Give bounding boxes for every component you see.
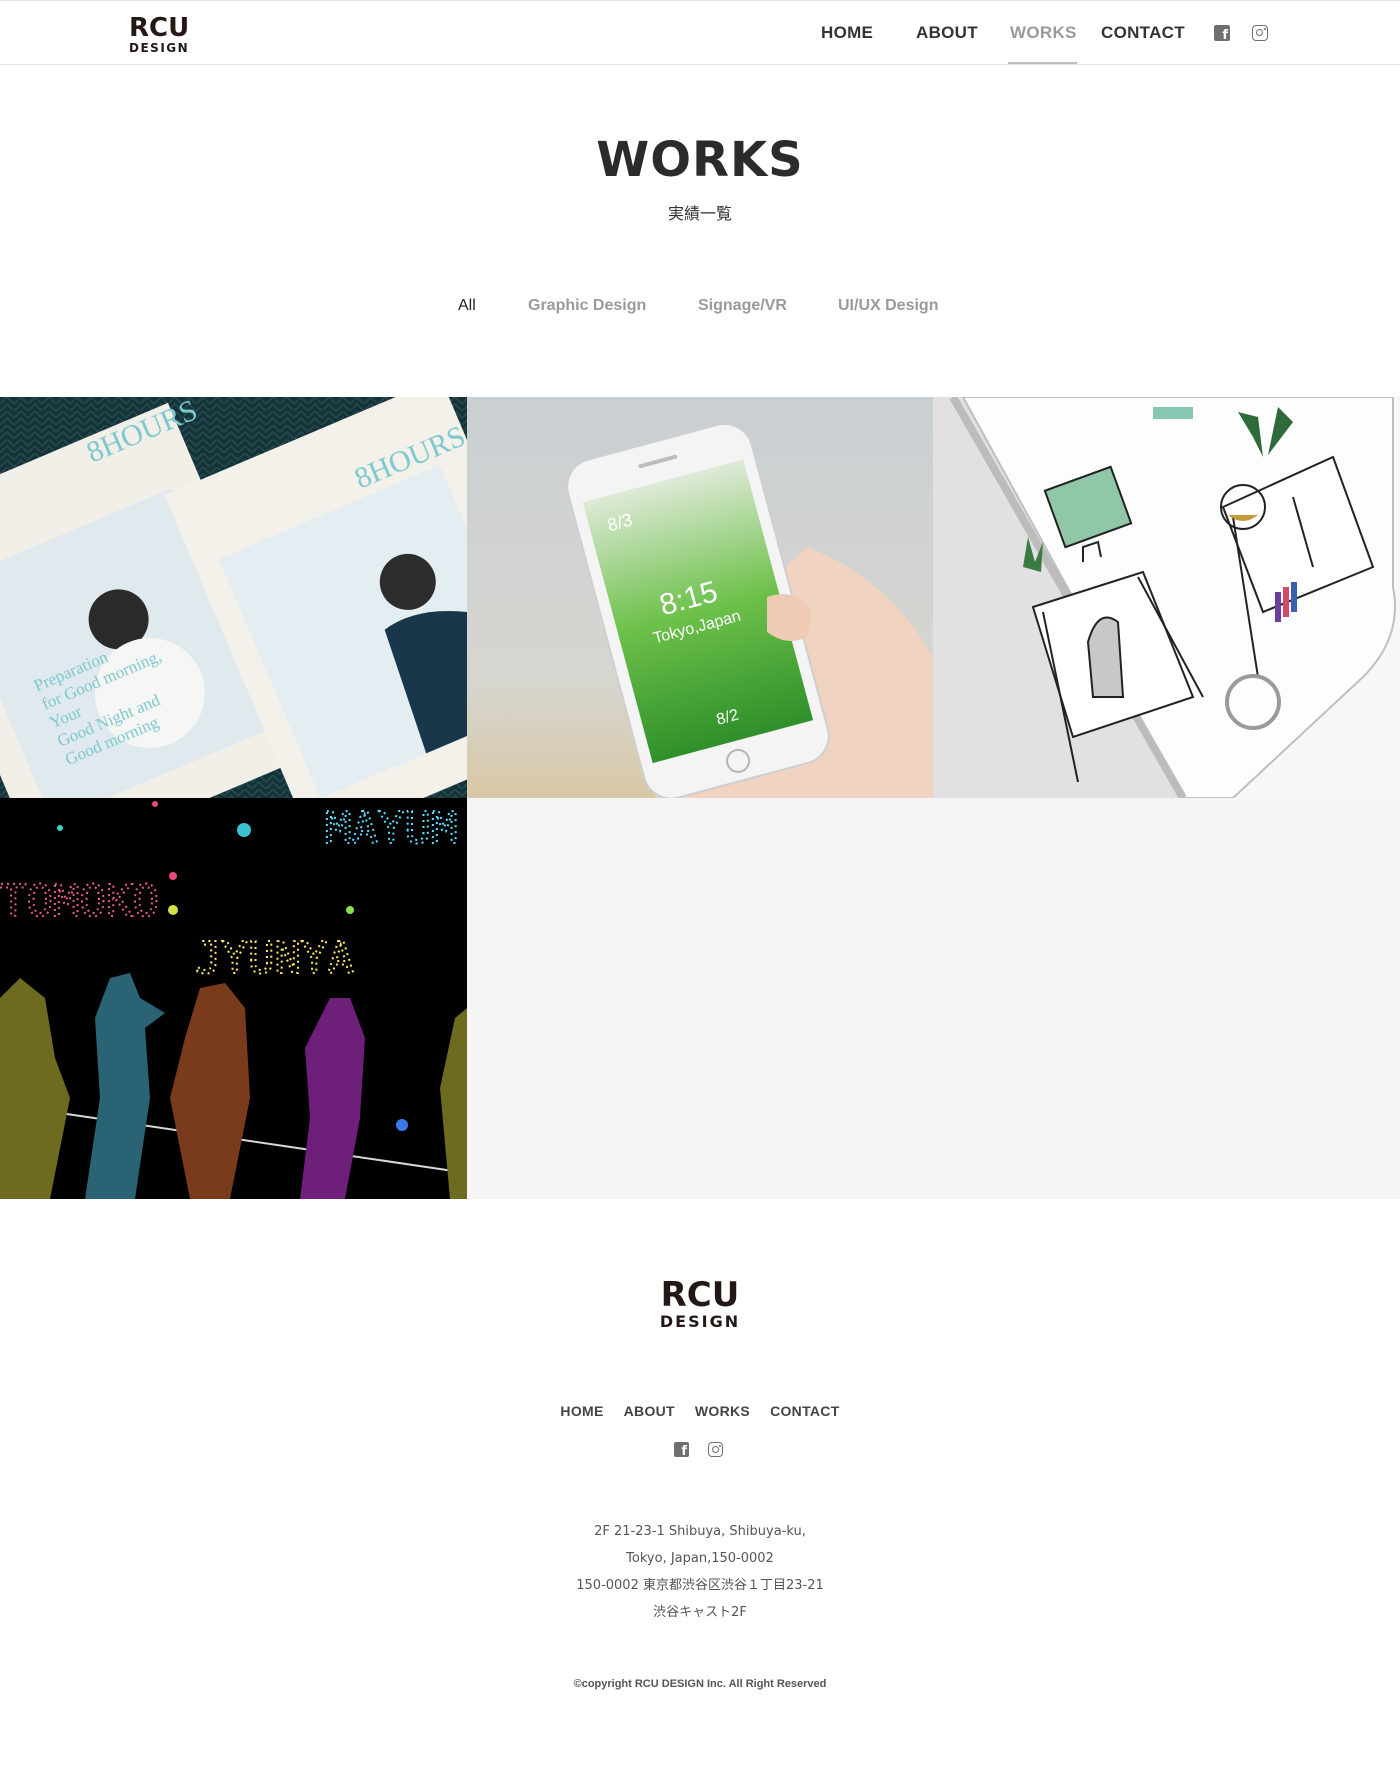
filter-uiux-design[interactable]: UI/UX Design	[838, 297, 938, 315]
filter-graphic-design[interactable]: Graphic Design	[528, 297, 646, 315]
signage-name-jyunya: JYUNYA	[195, 933, 354, 984]
address-line-3: 150-0002 東京都渋谷区渋谷１丁目23-21	[576, 1578, 824, 1593]
footer-logo[interactable]: RCU DESIGN	[0, 1278, 1400, 1330]
header-social	[1214, 25, 1268, 43]
address-line-4: 渋谷キャスト2F	[653, 1605, 747, 1620]
work-tile-phone-app[interactable]: 8/3 8:15 Tokyo,Japan 8/2	[467, 397, 933, 798]
company-address: 2F 21-23-1 Shibuya, Shibuya-ku, Tokyo, J…	[0, 1518, 1400, 1626]
nav-contact[interactable]: CONTACT	[1101, 23, 1185, 43]
footer-nav-works[interactable]: WORKS	[695, 1403, 750, 1419]
signage-name-mayum: MAYUM	[325, 803, 457, 854]
work-tile-room-illustration[interactable]	[933, 397, 1400, 798]
logo-line2: DESIGN	[129, 41, 190, 55]
footer-nav-contact[interactable]: CONTACT	[770, 1403, 840, 1419]
footer-nav-home[interactable]: HOME	[560, 1403, 603, 1419]
page-title: WORKS	[596, 132, 804, 188]
facebook-icon[interactable]	[674, 1442, 689, 1459]
instagram-icon[interactable]	[1252, 25, 1268, 41]
site-header: RCU DESIGN HOME ABOUT WORKS CONTACT	[0, 0, 1400, 65]
filter-all[interactable]: All	[458, 297, 476, 315]
nav-about[interactable]: ABOUT	[916, 23, 978, 43]
work-tile-8hours[interactable]: 8HOURS 8HOURS Preparation for Good morni…	[0, 397, 467, 798]
active-nav-underline	[1008, 62, 1077, 64]
footer-logo-line2: DESIGN	[659, 1312, 741, 1331]
signage-name-tomoko: TOMOKO	[0, 876, 159, 927]
footer-nav-about[interactable]: ABOUT	[624, 1403, 675, 1419]
site-logo[interactable]: RCU DESIGN	[129, 15, 189, 54]
address-line-2: Tokyo, Japan,150-0002	[626, 1551, 774, 1566]
work-tile-signage[interactable]: TOMOKO JYUNYA MAYUM	[0, 798, 467, 1199]
instagram-icon[interactable]	[708, 1442, 723, 1457]
nav-works[interactable]: WORKS	[1010, 23, 1077, 43]
footer-nav: HOME ABOUT WORKS CONTACT	[0, 1403, 1400, 1419]
copyright: ©copyright RCU DESIGN Inc. All Right Res…	[573, 1678, 827, 1690]
footer-logo-line1: RCU	[660, 1275, 740, 1315]
page-subtitle: 実績一覧	[667, 204, 732, 223]
works-grid: 8HOURS 8HOURS Preparation for Good morni…	[0, 397, 1400, 1199]
address-line-1: 2F 21-23-1 Shibuya, Shibuya-ku,	[594, 1524, 806, 1539]
logo-line1: RCU	[129, 13, 190, 43]
category-filter: All Graphic Design Signage/VR UI/UX Desi…	[0, 297, 1400, 321]
footer-social	[674, 1442, 723, 1459]
filter-signage-vr[interactable]: Signage/VR	[698, 297, 787, 315]
facebook-icon[interactable]	[1214, 25, 1230, 43]
nav-home[interactable]: HOME	[821, 23, 873, 43]
